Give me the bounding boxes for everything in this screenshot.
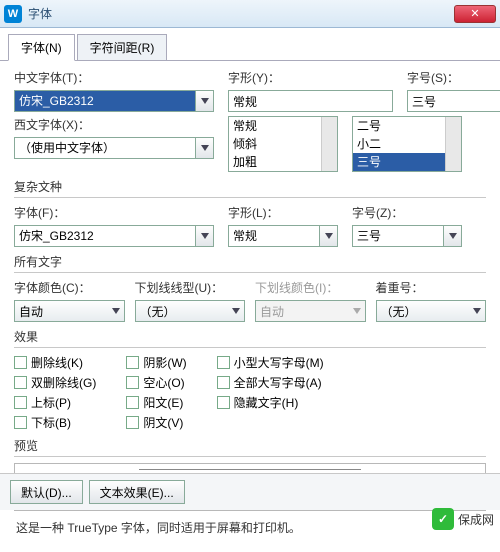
complex-style-dropdown[interactable] <box>320 225 338 247</box>
complex-font-input[interactable]: 仿宋_GB2312 <box>14 225 196 247</box>
cn-font-label: 中文字体(T)： <box>14 69 214 86</box>
cn-font-dropdown[interactable] <box>196 90 214 112</box>
scrollbar[interactable] <box>321 117 337 171</box>
style-listbox[interactable]: 常规 倾斜 加粗 <box>228 116 338 172</box>
checkbox-shadow[interactable]: 阴影(W) <box>126 354 186 371</box>
color-label: 字体颜色(C)： <box>14 279 125 296</box>
ucolor-label: 下划线颜色(I)： <box>255 279 366 296</box>
size-label: 字号(S)： <box>407 69 500 86</box>
font-description: 这是一种 TrueType 字体，同时适用于屏幕和打印机。 <box>16 519 484 536</box>
size-listbox[interactable]: 二号 小二 三号 <box>352 116 462 172</box>
complex-size-input[interactable]: 三号 <box>352 225 444 247</box>
checkbox-emboss[interactable]: 阳文(E) <box>126 394 186 411</box>
cn-font-input[interactable]: 仿宋_GB2312 <box>14 90 196 112</box>
west-font-dropdown[interactable] <box>196 137 214 159</box>
complex-style-input[interactable]: 常规 <box>228 225 320 247</box>
checkbox-smallcaps[interactable]: 小型大写字母(M) <box>217 354 324 371</box>
effects-title: 效果 <box>14 328 486 345</box>
checkbox-subscript[interactable]: 下标(B) <box>14 414 96 431</box>
ucolor-dropdown: 自动 <box>255 300 366 322</box>
checkbox-engrave[interactable]: 阴文(V) <box>126 414 186 431</box>
checkbox-hidden[interactable]: 隐藏文字(H) <box>217 394 324 411</box>
complex-size-label: 字号(Z)： <box>352 204 462 221</box>
watermark-icon: ✓ <box>432 508 454 530</box>
size-input[interactable] <box>407 90 500 112</box>
watermark-brand: 保成网 <box>458 511 494 528</box>
complex-size-dropdown[interactable] <box>444 225 462 247</box>
emphasis-dropdown[interactable]: （无） <box>376 300 487 322</box>
checkbox-dblstrike[interactable]: 双删除线(G) <box>14 374 96 391</box>
watermark: ✓ 保成网 <box>432 508 494 530</box>
checkbox-allcaps[interactable]: 全部大写字母(A) <box>217 374 324 391</box>
tab-font[interactable]: 字体(N) <box>8 34 75 61</box>
complex-font-label: 字体(F)： <box>14 204 214 221</box>
west-font-input[interactable]: （使用中文字体） <box>14 137 196 159</box>
complex-title: 复杂文种 <box>14 178 486 195</box>
checkbox-outline[interactable]: 空心(O) <box>126 374 186 391</box>
tab-spacing[interactable]: 字符间距(R) <box>77 34 168 60</box>
all-title: 所有文字 <box>14 253 486 270</box>
color-dropdown[interactable]: 自动 <box>14 300 125 322</box>
checkbox-superscript[interactable]: 上标(P) <box>14 394 96 411</box>
preview-title: 预览 <box>14 437 486 454</box>
scrollbar[interactable] <box>445 117 461 171</box>
style-label: 字形(Y)： <box>228 69 393 86</box>
text-effect-button[interactable]: 文本效果(E)... <box>89 480 185 504</box>
checkbox-strike[interactable]: 删除线(K) <box>14 354 96 371</box>
default-button[interactable]: 默认(D)... <box>10 480 83 504</box>
underline-label: 下划线线型(U)： <box>135 279 246 296</box>
close-button[interactable]: ✕ <box>454 5 496 23</box>
underline-dropdown[interactable]: （无） <box>135 300 246 322</box>
style-input[interactable] <box>228 90 393 112</box>
emphasis-label: 着重号： <box>376 279 487 296</box>
window-title: 字体 <box>28 5 454 22</box>
complex-font-dropdown[interactable] <box>196 225 214 247</box>
complex-style-label: 字形(L)： <box>228 204 338 221</box>
west-font-label: 西文字体(X)： <box>14 116 214 133</box>
app-icon: W <box>4 5 22 23</box>
